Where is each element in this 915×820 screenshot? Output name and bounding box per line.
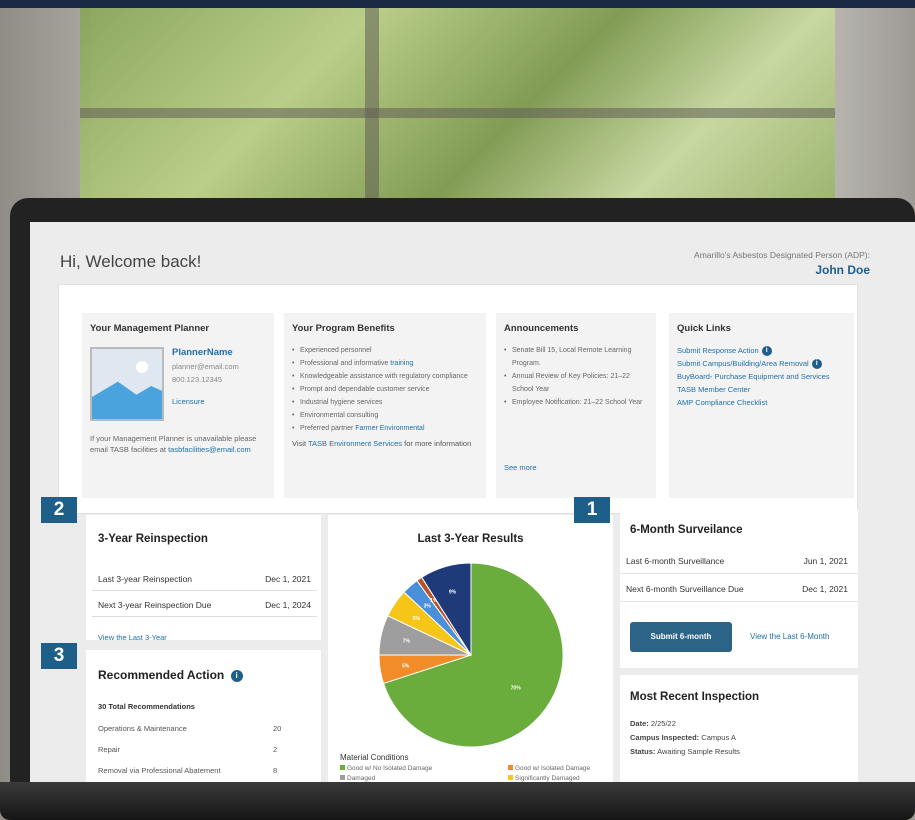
recent-inspection-panel: Most Recent Inspection Date: 2/25/22 Cam… <box>620 675 858 782</box>
announcements-card: Announcements Senate Bill 15, Local Remo… <box>496 313 656 498</box>
sun-icon <box>136 361 148 373</box>
callout-badge-2: 2 <box>41 497 77 523</box>
quick-links-card: Quick Links Submit Response Action i Subm… <box>669 313 854 498</box>
planner-email[interactable]: planner@email.com <box>172 362 239 371</box>
adp-label: Amarillo's Asbestos Designated Person (A… <box>694 250 870 260</box>
legend-item: Good w/ No Isolated Damage <box>340 765 432 772</box>
callout-badge-3: 3 <box>41 643 77 669</box>
planner-name[interactable]: PlannerName <box>172 347 233 358</box>
legend-swatch <box>340 775 345 780</box>
list-item: Industrial hygiene services <box>292 396 478 409</box>
pie-chart: 70%5%7%5%3%1%9% <box>378 562 564 748</box>
recommendation-row: Removal via Professional Abatement 8 <box>98 766 278 775</box>
card-title: Your Management Planner <box>90 323 210 334</box>
inspection-date: Date: 2/25/22 <box>630 719 676 728</box>
list-item: Knowledgeable assistance with regulatory… <box>292 370 478 383</box>
quick-link[interactable]: Submit Campus/Building/Area Removal i <box>677 357 846 370</box>
planner-phone: 800.123.12345 <box>172 375 223 384</box>
view-last-6-month-link[interactable]: View the Last 6-Month <box>750 632 829 641</box>
legend-item: Damaged <box>340 775 375 782</box>
note-email-link[interactable]: tasbfacilities@email.com <box>168 445 251 454</box>
chart-title: Last 3-Year Results <box>417 533 524 545</box>
legend-item: Significantly Damaged <box>508 775 580 782</box>
farmer-environmental-link[interactable]: Farmer Environmental <box>355 425 424 432</box>
overview-cards: Your Management Planner PlannerName plan… <box>58 284 858 514</box>
announcements-list: Senate Bill 15, Local Remote Learning Pr… <box>504 344 648 409</box>
training-link[interactable]: training <box>390 360 413 367</box>
info-icon[interactable]: i <box>811 359 822 370</box>
legend-item: Good w/ Isolated Damage <box>508 765 590 772</box>
list-item: Experienced personnel <box>292 344 478 357</box>
management-planner-card: Your Management Planner PlannerName plan… <box>82 313 274 498</box>
announcement-item[interactable]: Employee Notification: 21–22 School Year <box>504 396 648 409</box>
submit-6-month-button[interactable]: Submit 6-month <box>630 622 732 652</box>
quick-link[interactable]: TASB Member Center <box>677 383 846 396</box>
card-title: Your Program Benefits <box>292 323 395 334</box>
recommendations-total: 30 Total Recommendations <box>98 702 195 711</box>
info-icon[interactable]: i <box>761 346 772 357</box>
adp-name: John Doe <box>815 263 870 277</box>
surveillance-row: Next 6-month Surveillance Due Dec 1, 202… <box>620 576 858 602</box>
legend-title: Material Conditions <box>340 753 409 762</box>
panel-title: 6-Month Surveilance <box>630 524 743 536</box>
announcement-item[interactable]: Senate Bill 15, Local Remote Learning Pr… <box>504 344 648 370</box>
benefits-list: Experienced personnel Professional and i… <box>292 344 478 435</box>
quick-link-list: Submit Response Action i Submit Campus/Bu… <box>677 344 846 409</box>
recommendation-row: Repair 2 <box>98 745 278 754</box>
quick-link[interactable]: Submit Response Action i <box>677 344 846 357</box>
recommended-action-panel: Recommended Action i 30 Total Recommenda… <box>86 650 321 782</box>
pie-data-label: 70% <box>511 685 522 691</box>
card-title: Quick Links <box>677 323 731 334</box>
visit-text: Visit TASB Environment Services for more… <box>292 439 472 448</box>
window-transom <box>80 108 840 118</box>
surveillance-panel: 6-Month Surveilance Last 6-month Surveil… <box>620 510 858 668</box>
mountain-icon <box>92 381 162 419</box>
legend-swatch <box>340 765 345 770</box>
laptop-base <box>0 782 915 820</box>
tasb-environment-link[interactable]: TASB Environment Services <box>308 439 402 448</box>
recommendation-row: Operations & Maintenance 20 <box>98 724 282 733</box>
pie-data-label: 7% <box>403 639 411 645</box>
callout-badge-1: 1 <box>574 497 610 523</box>
planner-note: If your Management Planner is unavailabl… <box>90 433 270 455</box>
pie-data-label: 5% <box>413 616 421 622</box>
surveillance-row: Last 6-month Surveillance Jun 1, 2021 <box>620 548 858 574</box>
program-benefits-card: Your Program Benefits Experienced person… <box>284 313 486 498</box>
announcement-item[interactable]: Annual Review of Key Policies: 21–22 Sch… <box>504 370 648 396</box>
reinspection-row: Last 3-year Reinspection Dec 1, 2021 <box>92 567 317 591</box>
list-item: Preferred partner Farmer Environmental <box>292 422 478 435</box>
quick-link[interactable]: AMP Compliance Checklist <box>677 396 846 409</box>
list-item: Prompt and dependable customer service <box>292 383 478 396</box>
laptop-screen: Hi, Welcome back! Amarillo's Asbestos De… <box>30 222 915 782</box>
pie-data-label: 9% <box>449 589 457 595</box>
panel-title: Most Recent Inspection <box>630 691 760 703</box>
card-title: Announcements <box>504 323 579 334</box>
greeting: Hi, Welcome back! <box>60 252 202 271</box>
panel-title: Recommended Action i <box>98 668 243 682</box>
reinspection-panel: 3-Year Reinspection Last 3-year Reinspec… <box>86 515 321 642</box>
view-last-3-year-link[interactable]: View the Last 3-Year <box>98 633 167 642</box>
inspection-status: Status: Awaiting Sample Results <box>630 747 740 756</box>
licensure-link[interactable]: Licensure <box>172 397 205 406</box>
panel-title: 3-Year Reinspection <box>98 533 208 545</box>
inspection-campus: Campus Inspected: Campus A <box>630 733 736 742</box>
reinspection-row: Next 3-year Reinspection Due Dec 1, 2024 <box>92 593 317 617</box>
legend-swatch <box>508 765 513 770</box>
dashboard-lower: 3-Year Reinspection Last 3-year Reinspec… <box>58 510 858 782</box>
quick-link[interactable]: BuyBoard- Purchase Equipment and Service… <box>677 370 846 383</box>
list-item: Professional and informative training <box>292 357 478 370</box>
list-item: Environmental consulting <box>292 409 478 422</box>
legend-swatch <box>508 775 513 780</box>
info-icon[interactable]: i <box>230 669 243 682</box>
pie-data-label: 5% <box>402 663 410 669</box>
see-more-link[interactable]: See more <box>504 463 537 472</box>
planner-photo-icon <box>90 347 164 421</box>
top-strip <box>0 0 915 8</box>
results-panel: Last 3-Year Results 70% 5% 7% 5% 3% 1% 9% Mate… <box>328 515 613 782</box>
